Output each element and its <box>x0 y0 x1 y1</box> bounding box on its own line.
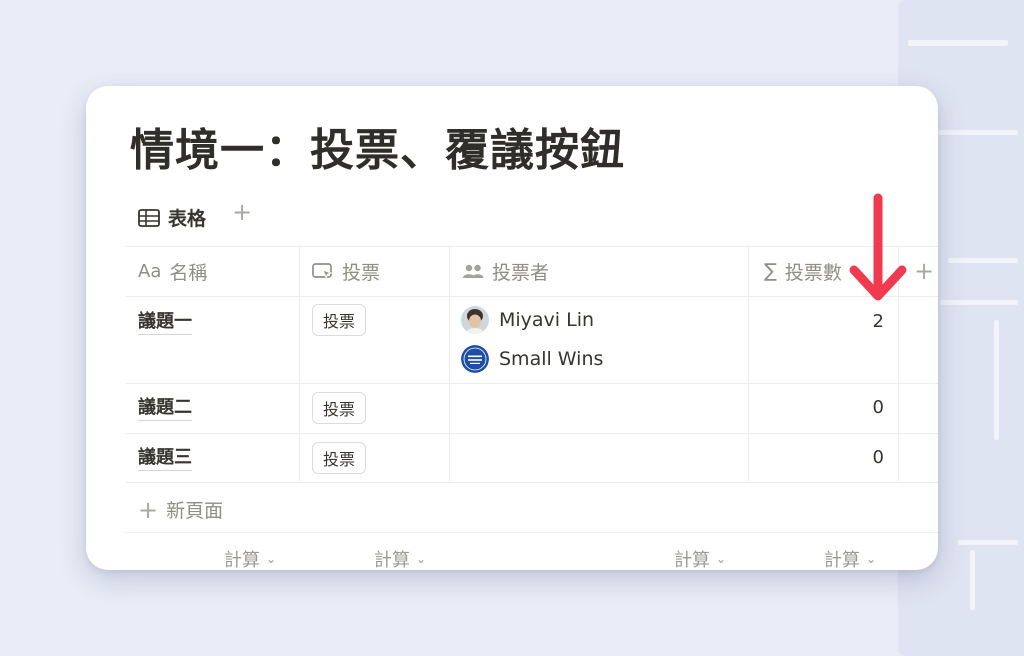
sigma-icon: ∑ <box>764 260 777 282</box>
column-header-name[interactable]: Aa 名稱 <box>138 246 207 296</box>
button-icon <box>312 263 333 280</box>
column-header-label: 名稱 <box>169 261 208 284</box>
avatar <box>461 306 489 334</box>
background-stroke <box>958 540 1018 545</box>
calculate-label: 計算 <box>374 550 410 570</box>
calculate-dropdown[interactable]: 計算 ⌄ <box>674 546 726 570</box>
calculate-label: 計算 <box>224 550 260 570</box>
calculate-label: 計算 <box>674 550 710 570</box>
calculate-dropdown[interactable]: 計算 ⌄ <box>224 546 276 570</box>
voter-name: Small Wins <box>499 348 604 370</box>
background-stroke <box>940 300 1018 305</box>
view-tab-table[interactable]: 表格 <box>138 204 206 231</box>
vote-count: 0 <box>872 397 884 418</box>
column-header-label: 投票者 <box>492 261 550 284</box>
column-header-voters[interactable]: 投票者 <box>462 246 549 296</box>
row-divider <box>126 433 938 434</box>
voter-name: Miyavi Lin <box>499 309 595 331</box>
view-tab-label: 表格 <box>168 208 207 230</box>
add-view-button[interactable]: + <box>232 200 252 224</box>
background-stroke <box>908 40 1008 46</box>
chevron-down-icon: ⌄ <box>266 552 277 566</box>
row-title[interactable]: 議題一 <box>138 310 192 335</box>
background-stroke <box>970 550 975 610</box>
vote-button[interactable]: 投票 <box>312 392 366 424</box>
voter-chip[interactable]: Miyavi Lin <box>461 306 594 334</box>
vote-count: 0 <box>872 447 884 468</box>
column-header-vote[interactable]: 投票 <box>312 246 380 296</box>
column-divider <box>299 246 300 481</box>
database-card: 情境一：投票、覆議按鈕 表格 + Aa 名稱 投票 投票者 ∑ 投票數 + 議題… <box>86 86 938 570</box>
column-divider <box>748 246 749 481</box>
small-wins-logo <box>461 345 489 373</box>
calculate-dropdown[interactable]: 計算 ⌄ <box>374 546 426 570</box>
new-page-button[interactable]: + 新頁面 <box>138 496 223 523</box>
chevron-down-icon: ⌄ <box>866 552 877 566</box>
table-icon <box>138 208 160 227</box>
voter-chip[interactable]: Small Wins <box>461 345 603 373</box>
text-icon: Aa <box>138 260 162 282</box>
annotation-arrow-icon <box>849 193 907 301</box>
chevron-down-icon: ⌄ <box>416 552 427 566</box>
footer-divider <box>126 532 938 533</box>
row-divider <box>126 482 938 483</box>
vote-button[interactable]: 投票 <box>312 442 366 474</box>
background-stroke <box>938 130 1018 135</box>
column-header-label: 投票 <box>342 261 381 284</box>
row-title[interactable]: 議題三 <box>138 446 192 471</box>
row-title[interactable]: 議題二 <box>138 396 192 421</box>
page-title: 情境一：投票、覆議按鈕 <box>130 125 625 176</box>
new-page-label: 新頁面 <box>166 500 224 522</box>
vote-button[interactable]: 投票 <box>312 304 366 336</box>
calculate-dropdown[interactable]: 計算 ⌄ <box>824 546 876 570</box>
people-icon <box>463 264 484 278</box>
header-divider <box>126 296 938 297</box>
plus-icon: + <box>138 495 159 524</box>
background-stroke <box>994 320 999 440</box>
background-stroke <box>948 258 1018 263</box>
column-divider <box>449 246 450 481</box>
vote-count: 2 <box>872 311 884 332</box>
row-divider <box>126 383 938 384</box>
calculate-label: 計算 <box>824 550 860 570</box>
chevron-down-icon: ⌄ <box>716 552 727 566</box>
